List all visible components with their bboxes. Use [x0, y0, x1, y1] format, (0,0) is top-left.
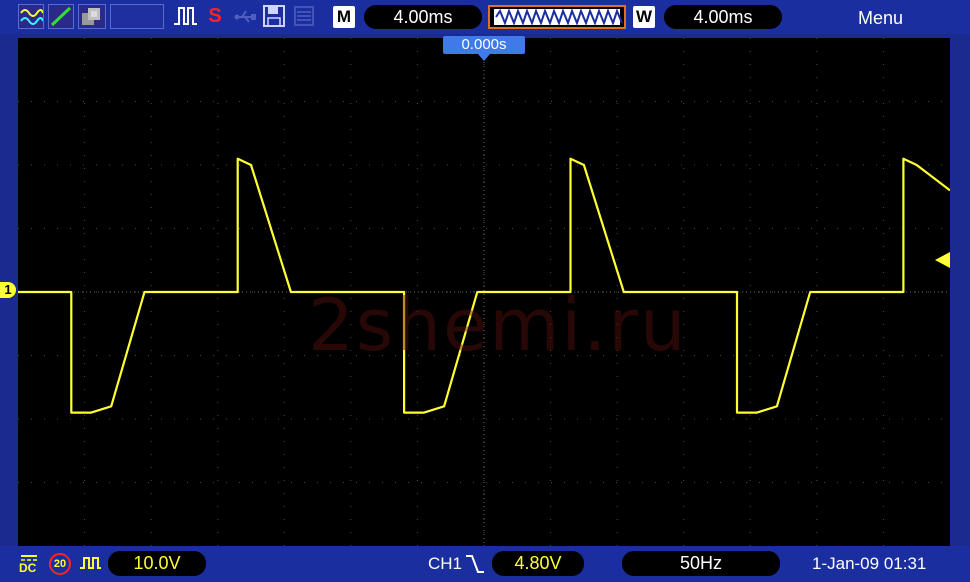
- persistence-icon[interactable]: [78, 4, 106, 29]
- window-timebase-readout[interactable]: 4.00ms: [664, 5, 782, 29]
- trigger-level-marker-icon[interactable]: [935, 252, 950, 268]
- status-box: [110, 4, 164, 29]
- invert-icon: [78, 554, 102, 574]
- window-preview[interactable]: [488, 5, 626, 29]
- top-toolbar: S M 4.00ms W 4.00ms Menu: [0, 0, 970, 34]
- memory-icon[interactable]: [292, 4, 316, 29]
- falling-edge-icon: [464, 553, 486, 575]
- trigger-source-label: CH1: [428, 554, 463, 573]
- main-timebase-label: M: [333, 6, 355, 28]
- bw-limit-icon: 20: [49, 553, 71, 575]
- watermark: 2shemi.ru: [308, 283, 688, 367]
- menu-button[interactable]: Menu: [858, 8, 903, 29]
- window-timebase-label: W: [633, 6, 655, 28]
- pulse-icon[interactable]: [172, 4, 198, 29]
- coupling-text: DC: [19, 561, 37, 575]
- trigger-position-arrow-icon: [478, 54, 490, 61]
- dc-coupling-icon: DC: [18, 552, 40, 576]
- main-timebase-readout[interactable]: 4.00ms: [364, 5, 482, 29]
- oscilloscope-display: S M 4.00ms W 4.00ms Menu 0.000s 2shemi.r…: [0, 0, 970, 582]
- bottom-status-bar: DC 20 10.0V CH1 4.80V 50Hz 1-Jan-09 01:3…: [0, 546, 970, 582]
- floppy-disk-icon[interactable]: [262, 4, 286, 29]
- channel-scale-readout[interactable]: 10.0V: [108, 551, 206, 576]
- trigger-level-readout[interactable]: 4.80V: [492, 551, 584, 576]
- waveform-screen[interactable]: 2shemi.ru: [18, 38, 950, 546]
- ch1-ground-marker[interactable]: 1: [0, 282, 16, 298]
- frequency-readout: 50Hz: [622, 551, 780, 576]
- trigger-time-offset[interactable]: 0.000s: [443, 36, 525, 54]
- usb-icon[interactable]: [232, 4, 258, 29]
- waveform-icon[interactable]: [18, 4, 44, 29]
- date-time: 1-Jan-09 01:31: [812, 554, 927, 573]
- ramp-icon[interactable]: [48, 4, 74, 29]
- save-s-icon[interactable]: S: [204, 4, 226, 29]
